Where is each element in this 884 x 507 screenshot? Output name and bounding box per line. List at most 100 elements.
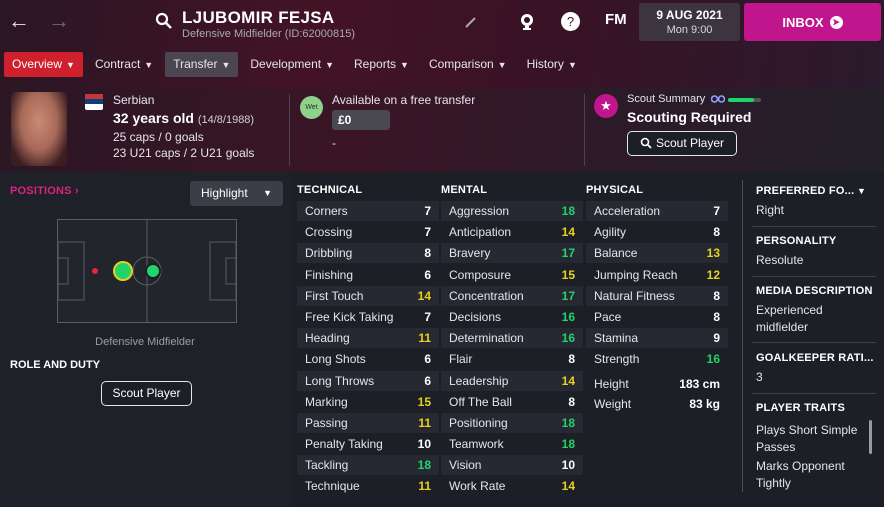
- attribute-row-natural-fitness[interactable]: Natural Fitness 8: [586, 285, 728, 306]
- player-age: 32 years old (14/8/1988): [113, 110, 254, 126]
- attribute-row-bravery[interactable]: Bravery 17: [441, 243, 583, 264]
- attribute-name: Marking: [305, 394, 348, 409]
- nationality: Serbian: [113, 93, 155, 107]
- chevron-right-icon: ›: [74, 185, 79, 197]
- tab-comparison[interactable]: Comparison ▼: [421, 52, 515, 77]
- inbox-label: INBOX: [782, 14, 824, 30]
- attribute-row-long-throws[interactable]: Long Throws 6: [297, 370, 439, 391]
- fm-logo[interactable]: FM: [605, 11, 627, 28]
- attribute-row-marking[interactable]: Marking 15: [297, 392, 439, 412]
- date-continue-box[interactable]: 9 AUG 2021 Mon 9:00: [639, 3, 740, 41]
- current-day-time: Mon 9:00: [666, 24, 713, 36]
- attribute-name: Work Rate: [449, 479, 506, 494]
- attribute-name: Strength: [594, 352, 640, 367]
- divider: [752, 226, 876, 227]
- wet-badge: Wet: [300, 96, 323, 119]
- attribute-row-balance[interactable]: Balance 13: [586, 243, 728, 264]
- trophy-globe-icon[interactable]: [518, 12, 536, 31]
- attribute-row-aggression[interactable]: Aggression 18: [441, 201, 583, 221]
- attribute-row-work-rate[interactable]: Work Rate 14: [441, 476, 583, 496]
- preferred-foot-value: Right: [756, 203, 785, 217]
- back-arrow-icon[interactable]: ←: [8, 8, 30, 34]
- tab-overview[interactable]: Overview ▼: [4, 52, 83, 77]
- attribute-row-positioning[interactable]: Positioning 18: [441, 412, 583, 433]
- attribute-row-free-kick-taking[interactable]: Free Kick Taking 7: [297, 307, 439, 327]
- height-label: Height: [594, 377, 629, 391]
- attribute-row-long-shots[interactable]: Long Shots 6: [297, 349, 439, 369]
- help-icon[interactable]: ?: [561, 12, 580, 31]
- fee-dash: -: [332, 136, 336, 150]
- player-traits-heading: PLAYER TRAITS: [756, 402, 845, 414]
- attribute-value: 7: [424, 204, 431, 218]
- attribute-row-acceleration[interactable]: Acceleration 7: [586, 201, 728, 221]
- attribute-row-stamina[interactable]: Stamina 9: [586, 328, 728, 349]
- attribute-row-heading[interactable]: Heading 11: [297, 328, 439, 349]
- attribute-row-teamwork[interactable]: Teamwork 18: [441, 434, 583, 454]
- attribute-name: Heading: [305, 331, 350, 346]
- attribute-row-determination[interactable]: Determination 16: [441, 328, 583, 349]
- attribute-name: Dribbling: [305, 246, 353, 261]
- attribute-name: Stamina: [594, 331, 639, 346]
- attribute-row-penalty-taking[interactable]: Penalty Taking 10: [297, 434, 439, 454]
- attribute-name: Positioning: [449, 415, 508, 430]
- forward-arrow-icon[interactable]: →: [48, 8, 70, 34]
- attribute-name: Agility: [594, 225, 627, 240]
- attribute-row-crossing[interactable]: Crossing 7: [297, 222, 439, 242]
- attribute-value: 6: [424, 373, 431, 388]
- attribute-row-off-the-ball[interactable]: Off The Ball 8: [441, 392, 583, 412]
- attribute-row-concentration[interactable]: Concentration 17: [441, 285, 583, 306]
- attribute-row-vision[interactable]: Vision 10: [441, 455, 583, 476]
- attribute-row-pace[interactable]: Pace 8: [586, 307, 728, 327]
- attribute-row-finishing[interactable]: Finishing 6: [297, 265, 439, 285]
- technical-attributes: Corners 7 Crossing 7 Dribbling 8 Finishing 6 Fir…: [297, 201, 439, 498]
- attribute-row-first-touch[interactable]: First Touch 14: [297, 285, 439, 306]
- attribute-row-strength[interactable]: Strength 16: [586, 349, 728, 369]
- serbia-flag-icon: [85, 94, 103, 110]
- attribute-value: 15: [561, 267, 575, 282]
- attribute-value: 10: [561, 458, 575, 473]
- attribute-row-leadership[interactable]: Leadership 14: [441, 370, 583, 391]
- date-of-birth: (14/8/1988): [197, 114, 255, 126]
- attribute-value: 14: [417, 288, 431, 303]
- positions-link[interactable]: POSITIONS ›: [10, 185, 79, 197]
- attribute-name: Bravery: [449, 246, 491, 261]
- attribute-row-tackling[interactable]: Tackling 18: [297, 455, 439, 476]
- attribute-row-corners[interactable]: Corners 7: [297, 201, 439, 221]
- search-icon[interactable]: [155, 12, 173, 30]
- tab-reports[interactable]: Reports ▼: [346, 52, 417, 77]
- edit-pencil-icon[interactable]: [464, 15, 478, 29]
- weight-label: Weight: [594, 397, 632, 411]
- tab-contract[interactable]: Contract ▼: [87, 52, 161, 77]
- tab-development[interactable]: Development ▼: [242, 52, 342, 77]
- chevron-down-icon[interactable]: ▼: [857, 186, 866, 196]
- position-marker-accomplished: [145, 263, 161, 279]
- attribute-name: Passing: [305, 415, 348, 430]
- attribute-value: 8: [713, 288, 720, 303]
- attribute-row-composure[interactable]: Composure 15: [441, 265, 583, 285]
- scout-star-icon: ★: [594, 94, 618, 118]
- tab-label: Development: [250, 57, 322, 71]
- tab-transfer[interactable]: Transfer ▼: [165, 52, 239, 77]
- attribute-row-dribbling[interactable]: Dribbling 8: [297, 243, 439, 264]
- media-description-line2: midfielder: [756, 320, 809, 334]
- traits-scrollbar[interactable]: [869, 420, 872, 454]
- tab-history[interactable]: History ▼: [519, 52, 585, 77]
- attribute-row-jumping-reach[interactable]: Jumping Reach 12: [586, 265, 728, 285]
- attribute-value: 6: [424, 352, 431, 367]
- attribute-row-anticipation[interactable]: Anticipation 14: [441, 222, 583, 242]
- scout-player-button[interactable]: Scout Player: [627, 131, 737, 156]
- position-marker-weak: [92, 268, 98, 274]
- attribute-value: 8: [713, 225, 720, 240]
- transfer-fee-field[interactable]: £0: [332, 110, 390, 130]
- attribute-row-flair[interactable]: Flair 8: [441, 349, 583, 369]
- attribute-row-technique[interactable]: Technique 11: [297, 476, 439, 496]
- role-scout-player-button[interactable]: Scout Player: [101, 381, 192, 406]
- attribute-row-decisions[interactable]: Decisions 16: [441, 307, 583, 327]
- position-name: Defensive Midfielder: [95, 336, 195, 348]
- trait-2-line2: Tightly: [756, 476, 791, 490]
- highlight-dropdown[interactable]: Highlight ▼: [190, 181, 283, 206]
- inbox-button[interactable]: INBOX ➤: [744, 3, 881, 41]
- attribute-row-agility[interactable]: Agility 8: [586, 222, 728, 242]
- attribute-value: 8: [424, 246, 431, 261]
- attribute-row-passing[interactable]: Passing 11: [297, 412, 439, 433]
